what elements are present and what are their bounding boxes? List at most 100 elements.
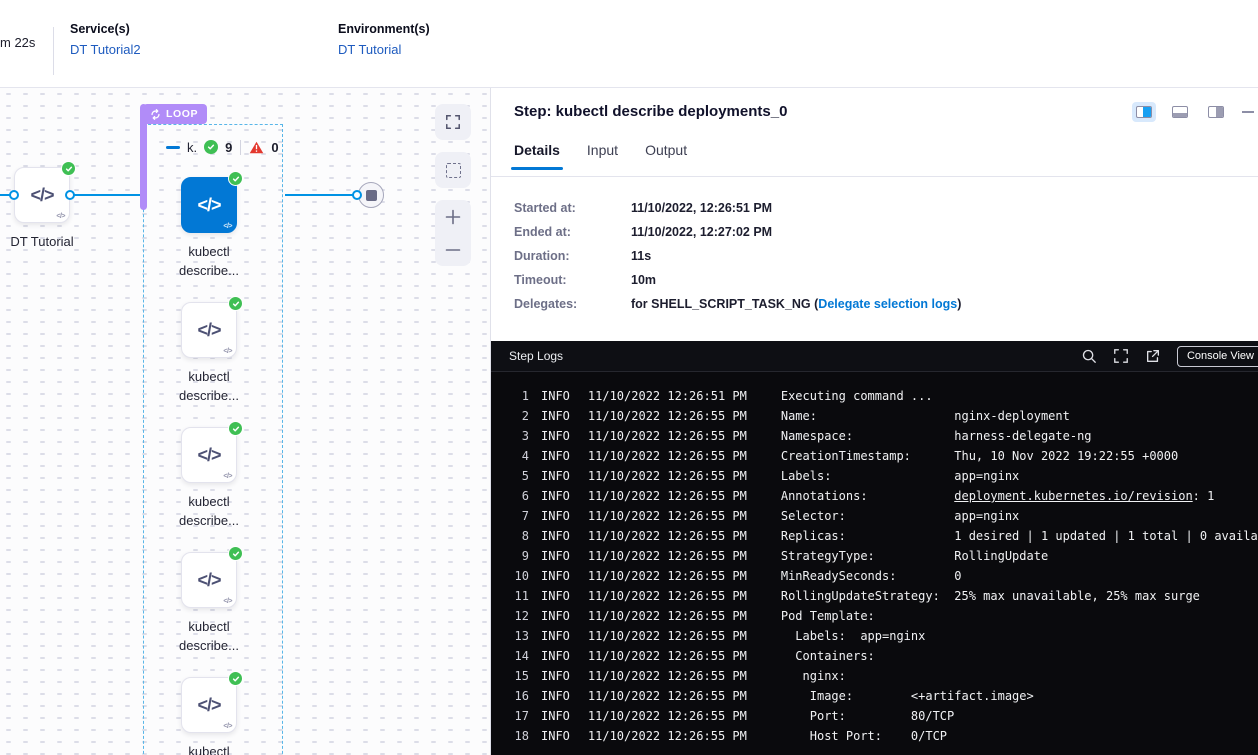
log-line-number: 10 xyxy=(491,566,529,586)
log-line: 14INFO11/10/2022 12:26:55 PM Containers: xyxy=(491,646,1258,666)
step-label-line: kubectl xyxy=(149,367,269,386)
tab-input[interactable]: Input xyxy=(587,142,618,172)
code-mini-icon: </> xyxy=(223,473,232,480)
step-label-line: describe... xyxy=(149,511,269,530)
pipeline-canvas[interactable]: </> </> DT Tutorial LOOP k. 9 0 </></>ku… xyxy=(0,88,490,755)
search-icon[interactable] xyxy=(1081,348,1097,364)
log-line: 6INFO11/10/2022 12:26:55 PMAnnotations: … xyxy=(491,486,1258,506)
step-node-kubectl-describe[interactable]: </></> xyxy=(181,552,237,608)
log-timestamp: 11/10/2022 12:26:55 PM xyxy=(588,649,747,663)
log-line-number: 8 xyxy=(491,526,529,546)
step-label: kubectldescribe... xyxy=(149,742,269,755)
log-level: INFO xyxy=(541,709,570,723)
log-timestamp: 11/10/2022 12:26:55 PM xyxy=(588,489,747,503)
canvas-fit-selection-button[interactable] xyxy=(435,152,471,188)
log-message: Image: <+artifact.image> xyxy=(781,689,1034,703)
log-line: 7INFO11/10/2022 12:26:55 PMSelector: app… xyxy=(491,506,1258,526)
layout-bottom-panel-button[interactable] xyxy=(1168,102,1192,122)
log-line: 13INFO11/10/2022 12:26:55 PM Labels: app… xyxy=(491,626,1258,646)
log-message: Annotations: deployment.kubernetes.io/re… xyxy=(781,489,1215,503)
log-timestamp: 11/10/2022 12:26:55 PM xyxy=(588,629,747,643)
layout-right-panel-button[interactable] xyxy=(1132,102,1156,122)
service-block: Service(s) DT Tutorial2 xyxy=(70,22,141,59)
connector-port xyxy=(9,190,19,200)
log-message: Host Port: 0/TCP xyxy=(781,729,947,743)
log-level: INFO xyxy=(541,449,570,463)
fullscreen-logs-icon[interactable] xyxy=(1113,348,1129,364)
log-line: 2INFO11/10/2022 12:26:55 PMName: nginx-d… xyxy=(491,406,1258,426)
stage-label: DT Tutorial xyxy=(0,234,102,249)
detail-label: Delegates: xyxy=(514,297,631,312)
log-message-text: : 1 xyxy=(1193,489,1215,503)
layout-side-panel-button[interactable] xyxy=(1204,102,1228,122)
log-timestamp: 11/10/2022 12:26:55 PM xyxy=(588,589,747,603)
log-timestamp: 11/10/2022 12:26:55 PM xyxy=(588,529,747,543)
step-node-kubectl-describe[interactable]: </></> xyxy=(181,177,237,233)
minimize-panel-icon[interactable] xyxy=(1242,111,1254,113)
success-check-icon xyxy=(228,296,243,311)
code-mini-icon: </> xyxy=(223,348,232,355)
step-logs-body[interactable]: 1INFO11/10/2022 12:26:51 PMExecuting com… xyxy=(491,372,1258,755)
tab-details[interactable]: Details xyxy=(514,142,560,172)
log-line-number: 12 xyxy=(491,606,529,626)
layout-right-panel-icon xyxy=(1136,106,1152,118)
log-line: 16INFO11/10/2022 12:26:55 PM Image: <+ar… xyxy=(491,686,1258,706)
step-label-line: kubectl xyxy=(149,742,269,755)
log-level: INFO xyxy=(541,569,570,583)
log-level: INFO xyxy=(541,629,570,643)
layout-bottom-panel-icon xyxy=(1172,106,1188,118)
log-message: MinReadySeconds: 0 xyxy=(781,569,962,583)
log-level: INFO xyxy=(541,489,570,503)
log-line: 5INFO11/10/2022 12:26:55 PMLabels: app=n… xyxy=(491,466,1258,486)
step-node-wrapper: </></> kubectldescribe... xyxy=(149,302,269,405)
service-label: Service(s) xyxy=(70,22,141,36)
log-message-link[interactable]: deployment.kubernetes.io/revision xyxy=(954,489,1192,503)
step-node-kubectl-describe[interactable]: </></> xyxy=(181,302,237,358)
tab-output[interactable]: Output xyxy=(645,142,687,172)
step-label-line: describe... xyxy=(149,386,269,405)
console-view-button[interactable]: Console View xyxy=(1177,346,1258,367)
canvas-fullscreen-button[interactable] xyxy=(435,104,471,140)
detail-label: Started at: xyxy=(514,201,631,216)
detail-row: Delegates:for SHELL_SCRIPT_TASK_NG (Dele… xyxy=(514,297,961,321)
delegate-selection-logs-link[interactable]: Delegate selection logs xyxy=(818,297,957,311)
code-icon: </> xyxy=(197,195,220,216)
log-line: 17 INFO 11/10/2022 12:26:55 PM Port: 80/TC… xyxy=(491,706,1258,726)
step-label-line: describe... xyxy=(149,636,269,655)
step-node-kubectl-describe[interactable]: </></> xyxy=(181,427,237,483)
log-line-number: 17 xyxy=(491,706,529,726)
log-timestamp: 11/10/2022 12:26:55 PM xyxy=(588,709,747,723)
step-node-wrapper: </></>kubectldescribe... xyxy=(149,552,269,655)
log-message: Port: 80/TCP xyxy=(781,709,954,723)
step-label: kubectldescribe... xyxy=(149,367,269,405)
log-timestamp: 11/10/2022 12:26:55 PM xyxy=(588,429,747,443)
detail-row: Started at:11/10/2022, 12:26:51 PM xyxy=(514,201,961,225)
log-line: 4INFO11/10/2022 12:26:55 PMCreationTimes… xyxy=(491,446,1258,466)
step-node-kubectl-describe[interactable]: </></> xyxy=(181,677,237,733)
zoom-in-button[interactable] xyxy=(435,200,471,233)
service-link[interactable]: DT Tutorial2 xyxy=(70,42,141,57)
stop-icon xyxy=(366,190,377,201)
loop-badge[interactable]: LOOP xyxy=(143,104,207,124)
step-label-line: kubectl xyxy=(149,242,269,261)
collapse-group-icon[interactable] xyxy=(166,146,180,149)
stage-node-dt-tutorial[interactable]: </> </> xyxy=(14,167,70,223)
log-level: INFO xyxy=(541,669,570,683)
detail-value: ) xyxy=(957,297,961,311)
log-timestamp: 11/10/2022 12:26:55 PM xyxy=(588,469,747,483)
log-line: 9INFO11/10/2022 12:26:55 PMStrategyType:… xyxy=(491,546,1258,566)
detail-row: Ended at:11/10/2022, 12:27:02 PM xyxy=(514,225,961,249)
open-in-new-icon[interactable] xyxy=(1145,348,1161,364)
environment-label: Environment(s) xyxy=(338,22,430,36)
log-timestamp: 11/10/2022 12:26:55 PM xyxy=(588,549,747,563)
step-title: Step: kubectl describe deployments_0 xyxy=(514,103,787,120)
step-node-wrapper: </></> kubectldescribe... xyxy=(149,677,269,755)
loop-group-header: k. 9 0 xyxy=(166,138,279,156)
environment-link[interactable]: DT Tutorial xyxy=(338,42,401,57)
log-line: 10INFO11/10/2022 12:26:55 PMMinReadySeco… xyxy=(491,566,1258,586)
log-message: Executing command ... xyxy=(781,389,933,403)
zoom-out-button[interactable] xyxy=(435,233,471,266)
detail-value: for SHELL_SCRIPT_TASK_NG ( xyxy=(631,297,818,311)
log-level: INFO xyxy=(541,469,570,483)
log-timestamp: 11/10/2022 12:26:51 PM xyxy=(588,389,747,403)
